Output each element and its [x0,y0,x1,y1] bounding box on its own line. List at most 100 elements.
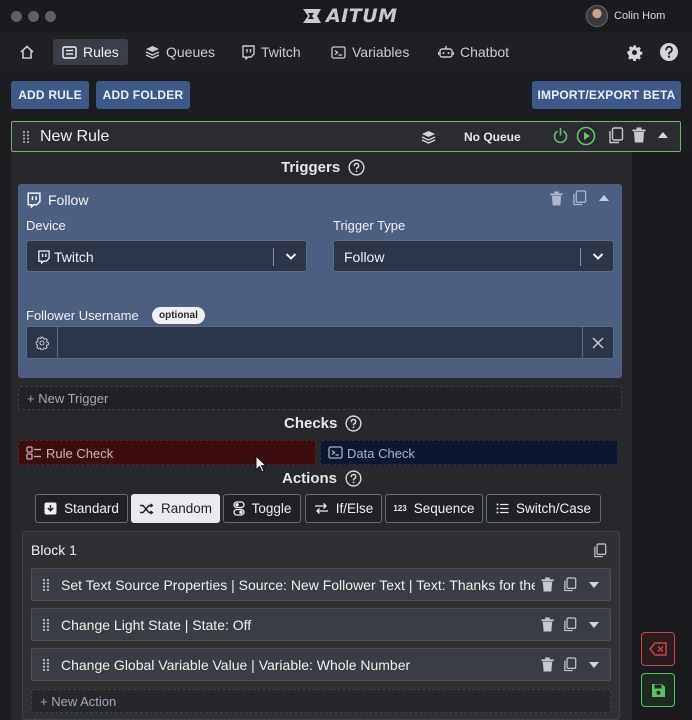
action-type-sequence[interactable]: 123 Sequence [385,494,483,523]
window-close-button[interactable] [11,11,22,22]
select-separator [580,248,581,266]
follower-username-field[interactable] [26,326,614,359]
checks-heading: Checks [284,415,362,432]
nav-tab-rules[interactable]: Rules [53,39,128,65]
copy-icon[interactable] [564,577,577,592]
action-row[interactable]: Set Text Source Properties | Source: New… [31,568,611,601]
queue-selector[interactable]: No Queue [464,130,521,144]
mouse-cursor-icon [255,455,267,473]
chevron-down-icon[interactable] [285,251,297,261]
expand-icon[interactable] [588,621,600,629]
follower-username-label: Follower Username [26,308,139,323]
help-circle-icon[interactable] [348,159,365,176]
nav-home[interactable] [15,40,39,64]
drag-handle-icon[interactable] [42,618,50,632]
data-check-label: Data Check [347,446,415,461]
collapse-icon[interactable] [598,194,610,202]
data-check-button[interactable]: Data Check [320,440,618,465]
title-bar: AITUM Colin Hom [0,0,692,32]
trash-icon[interactable] [550,191,563,206]
help-circle-icon[interactable] [345,415,362,432]
nav-tab-label: Queues [166,44,216,60]
new-trigger-button[interactable]: + New Trigger [18,386,622,410]
twitch-icon [242,44,255,60]
window-minimize-button[interactable] [28,11,39,22]
home-icon [20,45,34,59]
action-type-standard[interactable]: Standard [35,494,128,523]
power-icon[interactable] [552,127,569,145]
shuffle-icon [139,502,154,515]
window-maximize-button[interactable] [45,11,56,22]
nav-tab-queues[interactable]: Queues [136,39,224,65]
device-value-text: Twitch [54,249,94,265]
new-action-button[interactable]: + New Action [31,689,611,713]
backspace-icon [649,642,667,656]
action-type-toggle[interactable]: Toggle [223,494,301,523]
expand-icon[interactable] [588,661,600,669]
play-icon[interactable] [576,126,596,146]
layers-icon [145,46,160,59]
avatar [586,5,608,27]
action-type-random[interactable]: Random [131,494,220,523]
import-export-button[interactable]: IMPORT/EXPORT BETA [532,81,681,109]
variable-picker-button[interactable] [27,327,58,358]
numbers-icon: 123 [393,504,407,513]
new-trigger-label: + New Trigger [27,391,109,406]
rule-check-button[interactable]: Rule Check [18,440,316,465]
save-icon [651,683,665,697]
twitch-icon [27,192,41,208]
copy-icon[interactable] [609,127,624,144]
add-folder-button[interactable]: ADD FOLDER [96,81,190,109]
trash-icon[interactable] [541,617,554,632]
action-label: Change Global Variable Value | Variable:… [61,657,411,673]
drag-handle-icon[interactable] [22,130,30,144]
main-nav: Rules Queues Twitch Variables Chatbot [0,32,692,72]
rule-title[interactable]: New Rule [40,128,109,146]
layers-icon [421,131,436,144]
action-type-label: Toggle [251,501,292,516]
rule-check-label: Rule Check [46,446,114,461]
copy-icon[interactable] [564,657,577,672]
nav-tab-twitch[interactable]: Twitch [232,39,310,65]
trash-icon[interactable] [632,127,646,143]
trigger-type-select[interactable]: Follow [333,240,614,272]
rule-header[interactable]: New Rule No Queue [11,121,681,152]
user-menu[interactable]: Colin Hom [586,4,665,28]
expand-icon[interactable] [588,581,600,589]
trash-icon[interactable] [541,577,554,592]
trigger-type-label: Trigger Type [333,218,406,233]
device-label: Device [26,218,66,233]
copy-icon[interactable] [594,543,607,558]
nav-tab-chatbot[interactable]: Chatbot [429,39,518,65]
drag-handle-icon[interactable] [42,658,50,672]
add-rule-button[interactable]: ADD RULE [11,81,89,109]
actions-title: Actions [282,470,338,487]
device-select[interactable]: Twitch [26,240,307,272]
action-row[interactable]: Change Light State | State: Off [31,608,611,641]
action-type-switch-case[interactable]: Switch/Case [486,494,601,523]
copy-icon[interactable] [564,617,577,632]
help-button[interactable] [657,40,681,64]
aitum-logo-icon [303,9,321,23]
checks-title: Checks [284,415,338,432]
nav-tab-label: Rules [83,44,119,60]
save-button[interactable] [641,673,675,707]
nav-tab-variables[interactable]: Variables [322,39,418,65]
discard-changes-button[interactable] [641,632,675,666]
nav-tab-label: Twitch [261,44,301,60]
trigger-type-value: Follow [344,249,385,265]
action-row[interactable]: Change Global Variable Value | Variable:… [31,648,611,681]
settings-button[interactable] [622,40,646,64]
clear-field-button[interactable] [582,327,613,358]
help-circle-icon[interactable] [345,470,362,487]
action-type-if-else[interactable]: If/Else [305,494,382,523]
terminal-icon [328,446,343,459]
actions-heading: Actions [282,470,362,487]
drag-handle-icon[interactable] [42,578,50,592]
nav-tab-label: Variables [352,44,410,60]
action-block: Block 1 Set Text Source Properties | Sou… [22,531,620,720]
trash-icon[interactable] [541,657,554,672]
chevron-down-icon[interactable] [592,251,604,261]
collapse-icon[interactable] [657,131,669,139]
copy-icon[interactable] [573,190,587,206]
